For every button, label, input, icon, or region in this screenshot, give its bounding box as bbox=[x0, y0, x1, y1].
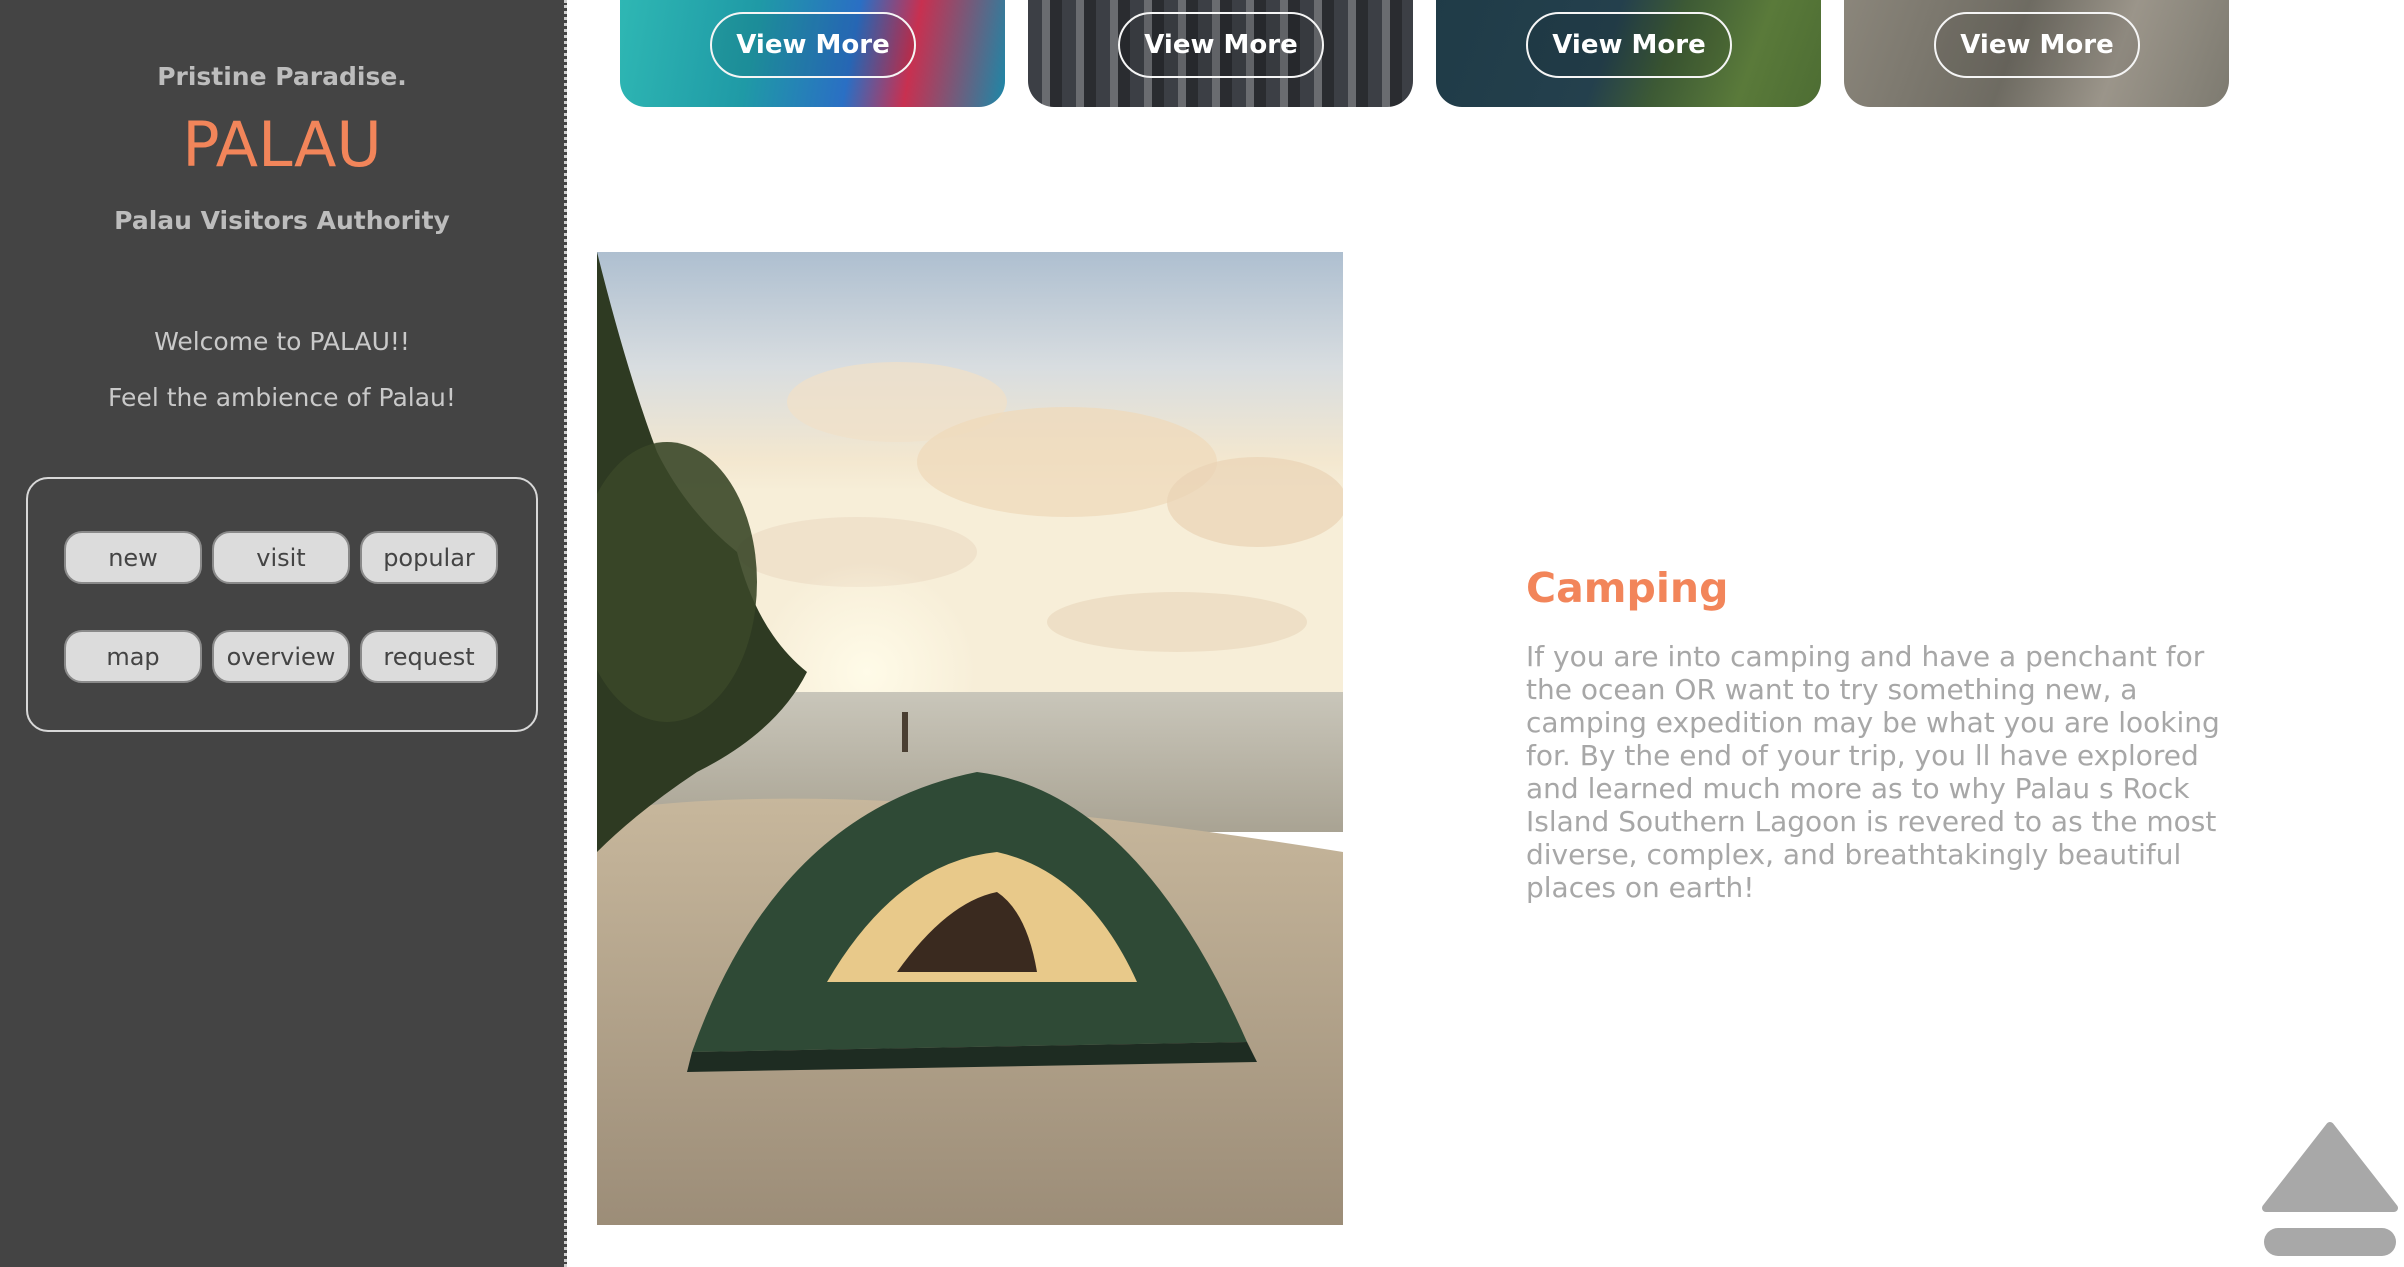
nav-request-button[interactable]: request bbox=[360, 630, 498, 683]
ambience-text: Feel the ambience of Palau! bbox=[108, 383, 456, 412]
view-more-button-3[interactable]: View More bbox=[1526, 12, 1732, 78]
feature-title: Camping bbox=[1526, 564, 1729, 612]
nav-overview-button[interactable]: overview bbox=[212, 630, 350, 683]
card-image-3: View More bbox=[1436, 0, 1821, 107]
card-image-4: View More bbox=[1844, 0, 2229, 107]
feature-text: If you are into camping and have a pench… bbox=[1526, 640, 2220, 904]
arrow-up-icon[interactable] bbox=[2262, 1120, 2398, 1260]
view-more-button-2[interactable]: View More bbox=[1118, 12, 1324, 78]
nav-new-button[interactable]: new bbox=[64, 531, 202, 584]
sidebar-authority: Palau Visitors Authority bbox=[114, 206, 450, 235]
nav-box: new visit popular map overview request bbox=[26, 477, 538, 732]
sidebar-tagline: Pristine Paradise. bbox=[157, 62, 407, 91]
nav-visit-button[interactable]: visit bbox=[212, 531, 350, 584]
nav-popular-button[interactable]: popular bbox=[360, 531, 498, 584]
view-more-button-1[interactable]: View More bbox=[710, 12, 916, 78]
site-title[interactable]: PALAU bbox=[0, 108, 564, 181]
sidebar: Pristine Paradise. PALAU Palau Visitors … bbox=[0, 0, 567, 1267]
view-more-button-4[interactable]: View More bbox=[1934, 12, 2140, 78]
card-image-1: View More bbox=[620, 0, 1005, 107]
camping-photo bbox=[597, 252, 1343, 1225]
nav-map-button[interactable]: map bbox=[64, 630, 202, 683]
welcome-text: Welcome to PALAU!! bbox=[154, 327, 410, 356]
card-image-2: View More bbox=[1028, 0, 1413, 107]
